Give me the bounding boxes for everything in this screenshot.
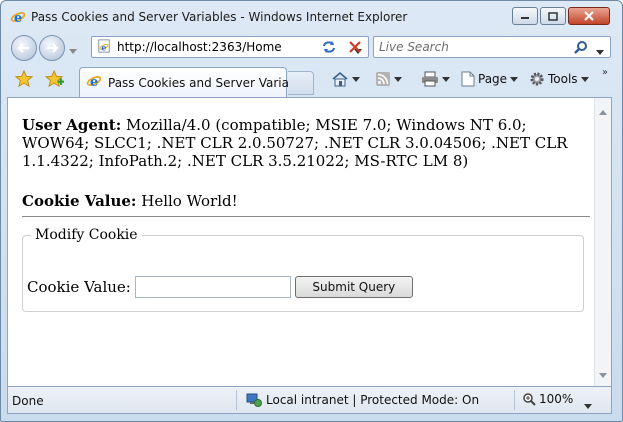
refresh-button[interactable] [317, 36, 341, 58]
maximize-icon [548, 11, 558, 21]
ie-logo-icon: e [86, 73, 102, 92]
tab-label: Pass Cookies and Server Variables [108, 75, 314, 90]
chevron-down-icon [442, 76, 450, 82]
tools-menu-label: Tools [548, 72, 578, 86]
security-zone[interactable]: Local intranet | Protected Mode: On [246, 392, 479, 408]
chevron-down-icon [580, 76, 589, 82]
tools-menu-button[interactable]: Tools [529, 71, 589, 87]
close-button[interactable] [568, 7, 610, 25]
chevron-down-icon [510, 76, 519, 82]
add-favorite-icon[interactable] [44, 69, 65, 91]
maximize-button[interactable] [540, 7, 566, 25]
cookie-value-label: Cookie Value: [22, 192, 137, 210]
svg-text:e: e [14, 11, 22, 25]
user-agent-paragraph: User Agent: Mozilla/4.0 (compatible; MSI… [22, 116, 588, 170]
caption-buttons [512, 7, 610, 25]
cookie-value-text: Hello World! [136, 192, 238, 210]
feeds-button[interactable] [375, 71, 402, 87]
home-icon [332, 71, 348, 87]
zoom-magnifier-icon [523, 393, 536, 406]
more-commands-chevron[interactable]: » [602, 67, 608, 78]
tab-pass-cookies[interactable]: e Pass Cookies and Server Variables [79, 67, 314, 97]
home-button[interactable] [331, 71, 360, 87]
modify-cookie-legend: Modify Cookie [35, 227, 138, 243]
forward-button[interactable] [39, 35, 65, 61]
title-bar: e Pass Cookies and Server Variables - Wi… [1, 1, 622, 31]
page-viewport: User Agent: Mozilla/4.0 (compatible; MSI… [7, 97, 612, 387]
status-divider [514, 390, 515, 410]
status-divider [236, 390, 237, 410]
status-bar: Done Local intranet | Protected Mode: On… [7, 386, 612, 414]
page-menu-button[interactable]: Page [461, 71, 519, 87]
vertical-scrollbar[interactable] [594, 98, 611, 387]
forward-arrow-icon [47, 43, 59, 53]
back-button[interactable] [11, 35, 37, 61]
back-arrow-icon [17, 43, 29, 53]
page-icon [461, 71, 475, 87]
chevron-down-icon [69, 49, 77, 54]
page-content: User Agent: Mozilla/4.0 (compatible; MSI… [8, 98, 594, 387]
modify-cookie-fieldset: Modify Cookie Cookie Value: Submit Query [22, 226, 584, 312]
search-input[interactable] [379, 40, 569, 54]
computer-network-icon [246, 393, 262, 407]
address-row: e [1, 31, 622, 63]
cookie-value-form-label: Cookie Value: [27, 278, 131, 296]
page-menu-label: Page [478, 72, 508, 86]
svg-text:e: e [90, 75, 98, 89]
print-button[interactable] [421, 71, 450, 87]
window-title: Pass Cookies and Server Variables - Wind… [31, 10, 408, 24]
star-icon[interactable] [14, 69, 34, 91]
new-tab-button[interactable] [288, 71, 314, 95]
printer-icon [422, 71, 438, 87]
scroll-down-arrow-icon[interactable] [599, 367, 607, 381]
rss-feed-icon [376, 72, 390, 86]
search-box[interactable] [373, 36, 611, 58]
horizontal-rule [22, 216, 590, 217]
zoom-level: 100% [539, 392, 574, 406]
cookie-value-paragraph: Cookie Value: Hello World! [22, 192, 588, 210]
magnifier-icon[interactable] [574, 41, 588, 58]
zoom-control[interactable]: 100% [522, 392, 573, 406]
cookie-form-row: Cookie Value: Submit Query [27, 276, 413, 298]
status-text: Done [12, 394, 44, 408]
page-icon: e [97, 38, 111, 56]
user-agent-label: User Agent: [22, 116, 122, 134]
chevron-down-icon [394, 76, 402, 82]
gear-icon [530, 72, 544, 86]
ie-logo-icon: e [10, 9, 26, 26]
search-options-dropdown[interactable] [596, 44, 604, 58]
browser-window: e Pass Cookies and Server Variables - Wi… [0, 0, 623, 422]
cookie-value-input[interactable] [134, 276, 291, 298]
submit-query-button[interactable]: Submit Query [294, 276, 413, 298]
recent-pages-dropdown[interactable] [69, 43, 77, 57]
zoom-dropdown[interactable] [584, 398, 592, 412]
scroll-up-arrow-icon[interactable] [599, 104, 607, 118]
command-bar: e Pass Cookies and Server Variables Page… [1, 63, 622, 97]
stop-icon [349, 41, 361, 53]
refresh-icon [323, 41, 335, 53]
chevron-down-icon [584, 404, 592, 409]
svg-text:e: e [101, 43, 106, 52]
minimize-button[interactable] [512, 7, 538, 25]
url-input[interactable] [117, 40, 317, 54]
security-zone-label: Local intranet | Protected Mode: On [266, 393, 480, 407]
minimize-icon [521, 17, 529, 19]
stop-button[interactable] [343, 36, 367, 58]
chevron-down-icon [596, 50, 604, 55]
chevron-down-icon [352, 76, 360, 82]
close-icon [584, 11, 594, 21]
